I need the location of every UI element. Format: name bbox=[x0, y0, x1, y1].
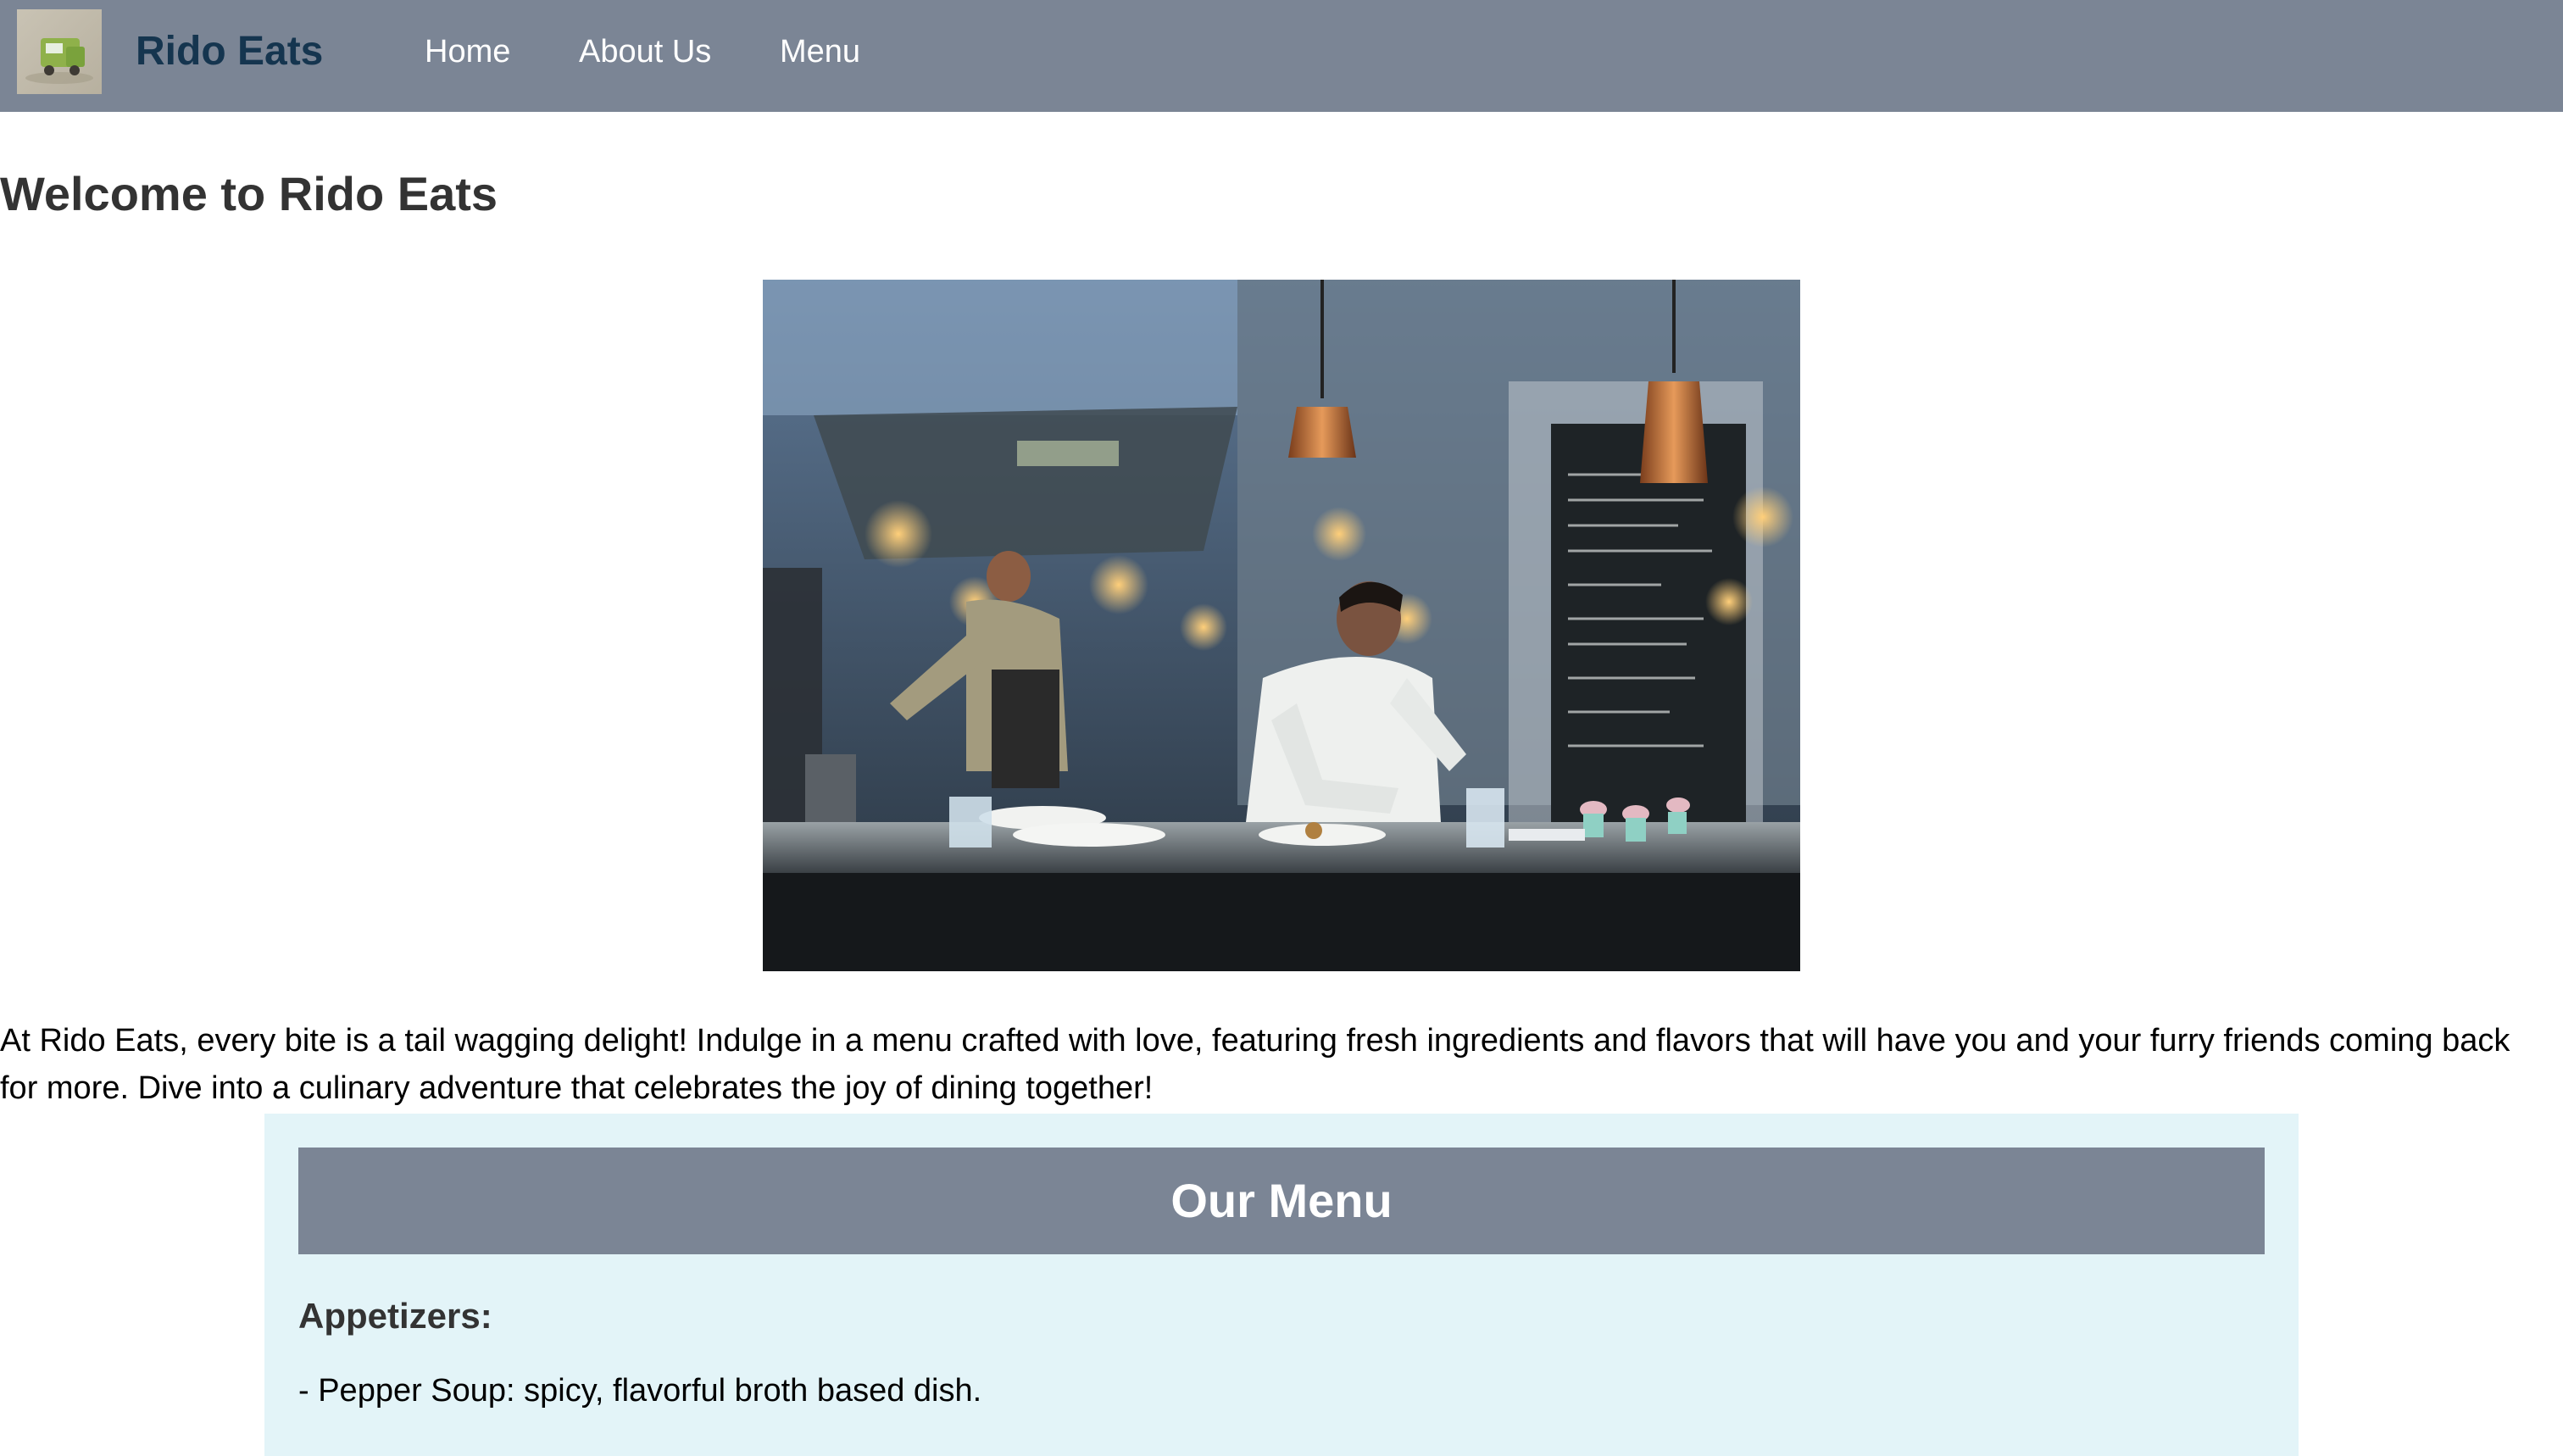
nav-link-home[interactable]: Home bbox=[425, 32, 510, 71]
menu-category-appetizers: Appetizers: bbox=[298, 1296, 492, 1336]
kitchen-photo-illustration bbox=[763, 280, 1800, 971]
logo-wheel bbox=[69, 65, 80, 75]
top-navbar: Rido Eats Home About Us Menu bbox=[0, 0, 2563, 112]
intro-paragraph: At Rido Eats, every bite is a tail waggi… bbox=[0, 1023, 2510, 1106]
food-truck-logo-icon[interactable] bbox=[17, 9, 102, 94]
logo-shadow bbox=[25, 72, 93, 84]
menu-item: - Pepper Soup: spicy, flavorful broth ba… bbox=[298, 1373, 982, 1409]
nav-link-about-us[interactable]: About Us bbox=[579, 32, 711, 71]
logo-truck-cab bbox=[66, 47, 85, 67]
logo-wheel bbox=[44, 65, 54, 75]
menu-heading: Our Menu bbox=[298, 1148, 2265, 1254]
kitchen-hero-image bbox=[763, 280, 1800, 971]
nav-link-menu[interactable]: Menu bbox=[780, 32, 860, 71]
page-title: Welcome to Rido Eats bbox=[0, 167, 498, 220]
brand-name[interactable]: Rido Eats bbox=[136, 28, 323, 75]
logo-truck-window bbox=[46, 43, 63, 53]
menu-section: Our Menu Appetizers: - Pepper Soup: spic… bbox=[264, 1114, 2299, 1456]
